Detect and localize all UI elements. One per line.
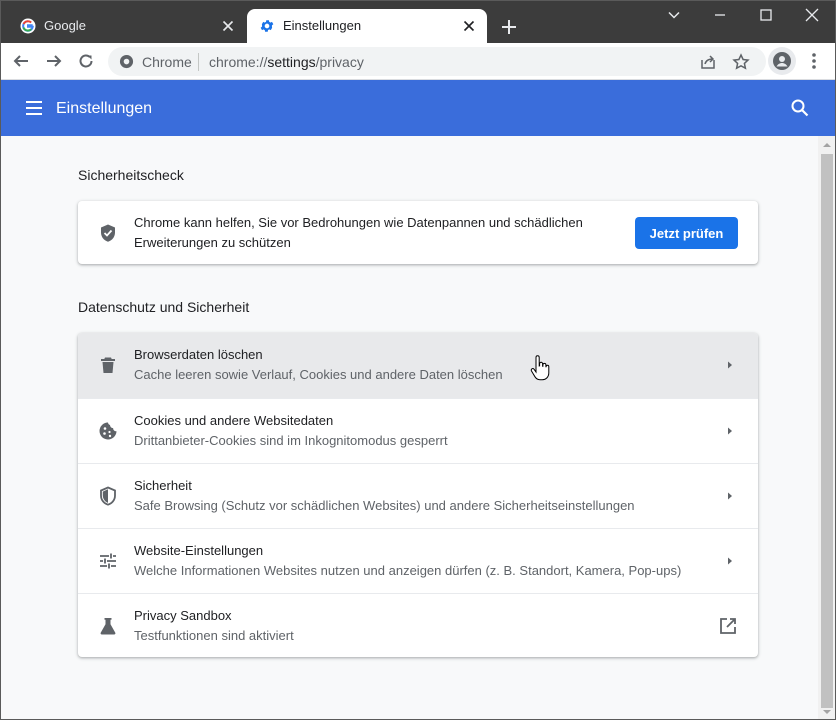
section-title-privacy: Datenschutz und Sicherheit <box>78 299 250 315</box>
flask-icon <box>100 618 116 635</box>
check-now-button[interactable]: Jetzt prüfen <box>635 217 738 249</box>
minimize-button[interactable] <box>697 0 743 30</box>
arrow-right-icon <box>728 492 732 500</box>
chevron-down-icon <box>668 11 680 19</box>
search-icon[interactable] <box>790 98 810 118</box>
external-link-icon[interactable] <box>718 616 738 636</box>
scroll-up-arrow-icon[interactable] <box>822 141 832 149</box>
site-chip-label: Chrome <box>142 54 192 70</box>
privacy-security-card: Browserdaten löschen Cache leeren sowie … <box>78 333 758 657</box>
hamburger-menu-icon[interactable] <box>24 98 44 118</box>
row-subtitle: Testfunktionen sind aktiviert <box>134 628 294 643</box>
tune-icon <box>100 553 116 569</box>
cookie-icon <box>99 422 117 440</box>
google-g-icon <box>20 18 36 34</box>
page-title: Einstellungen <box>56 100 153 117</box>
arrow-right-icon <box>47 55 62 67</box>
title-bar: Google Einstellungen <box>0 0 836 43</box>
omnibox-divider <box>198 53 199 71</box>
settings-header: Einstellungen <box>0 80 836 136</box>
maximize-icon <box>760 9 772 21</box>
arrow-right-icon <box>728 361 732 369</box>
row-subtitle: Drittanbieter-Cookies sind im Inkognitom… <box>134 433 448 448</box>
row-title: Browserdaten löschen <box>134 347 263 362</box>
profile-avatar[interactable] <box>768 47 796 75</box>
close-icon <box>805 8 819 22</box>
url-text: chrome://settings/privacy <box>209 54 364 70</box>
row-title: Website-Einstellungen <box>134 543 264 558</box>
shield-check-icon <box>101 224 115 242</box>
menu-kebab-icon[interactable] <box>805 51 823 71</box>
new-tab-icon[interactable] <box>499 17 519 37</box>
row-subtitle: Cache leeren sowie Verlauf, Cookies und … <box>134 367 503 382</box>
row-title: Cookies und andere Websitedaten <box>134 413 334 428</box>
close-window-button[interactable] <box>789 0 835 30</box>
row-title: Privacy Sandbox <box>134 608 232 623</box>
row-site-settings[interactable]: Website-Einstellungen Welche Information… <box>78 528 758 593</box>
address-bar[interactable]: Chrome chrome://settings/privacy <box>108 47 766 76</box>
tab-google[interactable]: Google <box>8 9 246 43</box>
close-tab-icon[interactable] <box>220 18 236 34</box>
section-title-safety-check: Sicherheitscheck <box>78 167 184 183</box>
row-security[interactable]: Sicherheit Safe Browsing (Schutz vor sch… <box>78 463 758 528</box>
url-path: /privacy <box>315 54 364 70</box>
arrow-right-icon <box>728 557 732 565</box>
tab-label: Einstellungen <box>283 18 362 33</box>
reload-button[interactable] <box>75 50 97 72</box>
maximize-button[interactable] <box>743 0 789 30</box>
shield-icon <box>100 486 116 506</box>
tab-label: Google <box>44 18 86 33</box>
safety-check-description: Chrome kann helfen, Sie vor Bedrohungen … <box>134 215 583 250</box>
url-host: settings <box>267 54 316 70</box>
row-subtitle: Safe Browsing (Schutz vor schädlichen We… <box>134 498 635 513</box>
tab-einstellungen[interactable]: Einstellungen <box>247 9 487 43</box>
url-scheme: chrome:// <box>209 54 268 70</box>
arrow-right-icon <box>728 427 732 435</box>
vertical-scrollbar[interactable] <box>818 136 836 720</box>
scrollbar-thumb[interactable] <box>821 154 833 708</box>
reload-icon <box>79 54 93 68</box>
minimize-icon <box>715 14 725 16</box>
chrome-logo-icon <box>119 54 134 69</box>
row-title: Sicherheit <box>134 478 192 493</box>
close-tab-icon[interactable] <box>461 18 477 34</box>
row-clear-browsing-data[interactable]: Browserdaten löschen Cache leeren sowie … <box>78 333 758 398</box>
trash-icon <box>101 357 115 373</box>
share-icon[interactable] <box>699 53 717 71</box>
row-cookies[interactable]: Cookies und andere Websitedaten Drittanb… <box>78 398 758 463</box>
tab-search-button[interactable] <box>651 0 697 30</box>
row-privacy-sandbox[interactable]: Privacy Sandbox Testfunktionen sind akti… <box>78 593 758 657</box>
forward-button[interactable] <box>43 50 65 72</box>
bookmark-star-icon[interactable] <box>732 53 750 71</box>
scroll-down-arrow-icon[interactable] <box>822 708 832 716</box>
settings-gear-icon <box>260 20 274 32</box>
back-button[interactable] <box>10 50 32 72</box>
arrow-left-icon <box>13 55 28 67</box>
hand-cursor-icon <box>530 355 550 381</box>
browser-toolbar: Chrome chrome://settings/privacy <box>0 43 836 80</box>
safety-check-card: Chrome kann helfen, Sie vor Bedrohungen … <box>78 201 758 264</box>
settings-content: Sicherheitscheck Chrome kann helfen, Sie… <box>0 136 818 720</box>
row-subtitle: Welche Informationen Websites nutzen und… <box>134 563 682 578</box>
person-icon <box>773 52 791 70</box>
